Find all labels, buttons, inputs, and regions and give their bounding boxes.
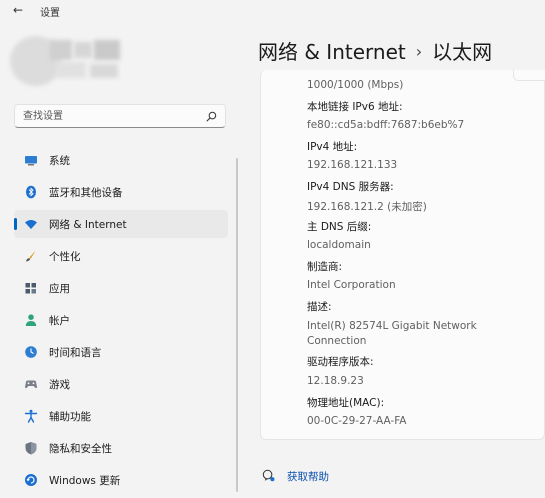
breadcrumb-parent[interactable]: 网络 & Internet xyxy=(258,40,406,64)
search-input[interactable] xyxy=(23,108,203,124)
gamepad-icon xyxy=(25,380,37,389)
description-label: 描述: xyxy=(307,301,332,313)
sidebar-item-label: 网络 & Internet xyxy=(49,219,127,231)
sidebar-item-label: Windows 更新 xyxy=(49,475,121,487)
sidebar-item-label: 蓝牙和其他设备 xyxy=(49,187,123,199)
sidebar-item-system[interactable]: 系统 xyxy=(14,146,228,174)
manufacturer-value: Intel Corporation xyxy=(307,279,396,291)
sidebar-item-apps[interactable]: 应用 xyxy=(14,274,228,302)
account-avatar[interactable] xyxy=(10,34,122,86)
mac-address-value: 00-0C-29-27-AA-FA xyxy=(307,415,407,427)
sidebar-nav: 系统 蓝牙和其他设备 网络 & Internet 个性化 应用 帐户 时间和语言… xyxy=(14,146,228,498)
search-icon[interactable] xyxy=(206,111,217,122)
card-header-edge xyxy=(513,70,545,81)
selection-indicator xyxy=(14,218,17,230)
sidebar-item-personalization[interactable]: 个性化 xyxy=(14,242,228,270)
sidebar-item-label: 游戏 xyxy=(49,379,70,391)
description-value-line1: Intel(R) 82574L Gigabit Network xyxy=(307,320,477,332)
ipv6-label: 本地链接 IPv6 地址: xyxy=(307,101,403,113)
description-value-line2: Connection xyxy=(307,335,367,347)
person-icon xyxy=(25,314,37,326)
dns-suffix-label: 主 DNS 后缀: xyxy=(307,221,372,233)
help-chat-icon xyxy=(262,469,275,482)
manufacturer-label: 制造商: xyxy=(307,261,343,273)
bluetooth-icon xyxy=(26,185,36,199)
sidebar-item-bluetooth[interactable]: 蓝牙和其他设备 xyxy=(14,178,228,206)
app-title: 设置 xyxy=(40,8,60,19)
update-icon xyxy=(25,474,37,486)
sidebar-item-label: 时间和语言 xyxy=(49,347,102,359)
wifi-icon xyxy=(25,220,37,229)
display-icon xyxy=(25,156,37,166)
sidebar-item-accessibility[interactable]: 辅助功能 xyxy=(14,402,228,430)
driver-version-label: 驱动程序版本: xyxy=(307,356,374,368)
sidebar-item-network[interactable]: 网络 & Internet xyxy=(14,210,228,238)
dns-server-value: 192.168.121.2 (未加密) xyxy=(307,201,427,213)
ipv6-value: fe80::cd5a:bdff:7687:b6eb%7 xyxy=(307,119,465,131)
ipv4-label: IPv4 地址: xyxy=(307,141,358,153)
sidebar-item-label: 辅助功能 xyxy=(49,411,91,423)
accessibility-icon xyxy=(24,409,38,423)
sidebar-item-label: 帐户 xyxy=(49,315,70,327)
breadcrumb: 网络 & Internet › 以太网 xyxy=(258,36,492,65)
page-title: 以太网 xyxy=(432,40,493,64)
sidebar-item-gaming[interactable]: 游戏 xyxy=(14,370,228,398)
sidebar-item-label: 隐私和安全性 xyxy=(49,443,112,455)
sidebar-item-privacy-security[interactable]: 隐私和安全性 xyxy=(14,434,228,462)
link-speed-value: 1000/1000 (Mbps) xyxy=(307,79,404,91)
get-help-label: 获取帮助 xyxy=(287,471,329,483)
back-arrow-icon[interactable]: ← xyxy=(13,2,23,18)
sidebar-item-windows-update[interactable]: Windows 更新 xyxy=(14,466,228,494)
mac-address-label: 物理地址(MAC): xyxy=(307,397,385,409)
dns-suffix-value: localdomain xyxy=(307,239,371,251)
shield-icon xyxy=(25,442,37,455)
ipv4-value: 192.168.121.133 xyxy=(307,159,398,171)
sidebar-item-label: 系统 xyxy=(49,155,70,167)
search-box[interactable] xyxy=(14,104,226,128)
sidebar-item-time-language[interactable]: 时间和语言 xyxy=(14,338,228,366)
sidebar-item-label: 应用 xyxy=(49,283,70,295)
sidebar-scrollbar[interactable] xyxy=(236,158,238,492)
driver-version-value: 12.18.9.23 xyxy=(307,375,364,387)
chevron-right-icon: › xyxy=(415,42,423,61)
title-bar: ← 设置 xyxy=(0,0,545,22)
sidebar-item-label: 个性化 xyxy=(49,251,81,263)
globe-clock-icon xyxy=(25,346,37,358)
sidebar-item-accounts[interactable]: 帐户 xyxy=(14,306,228,334)
dns-server-label: IPv4 DNS 服务器: xyxy=(307,181,394,193)
apps-icon xyxy=(25,283,36,294)
brush-icon xyxy=(26,250,36,262)
